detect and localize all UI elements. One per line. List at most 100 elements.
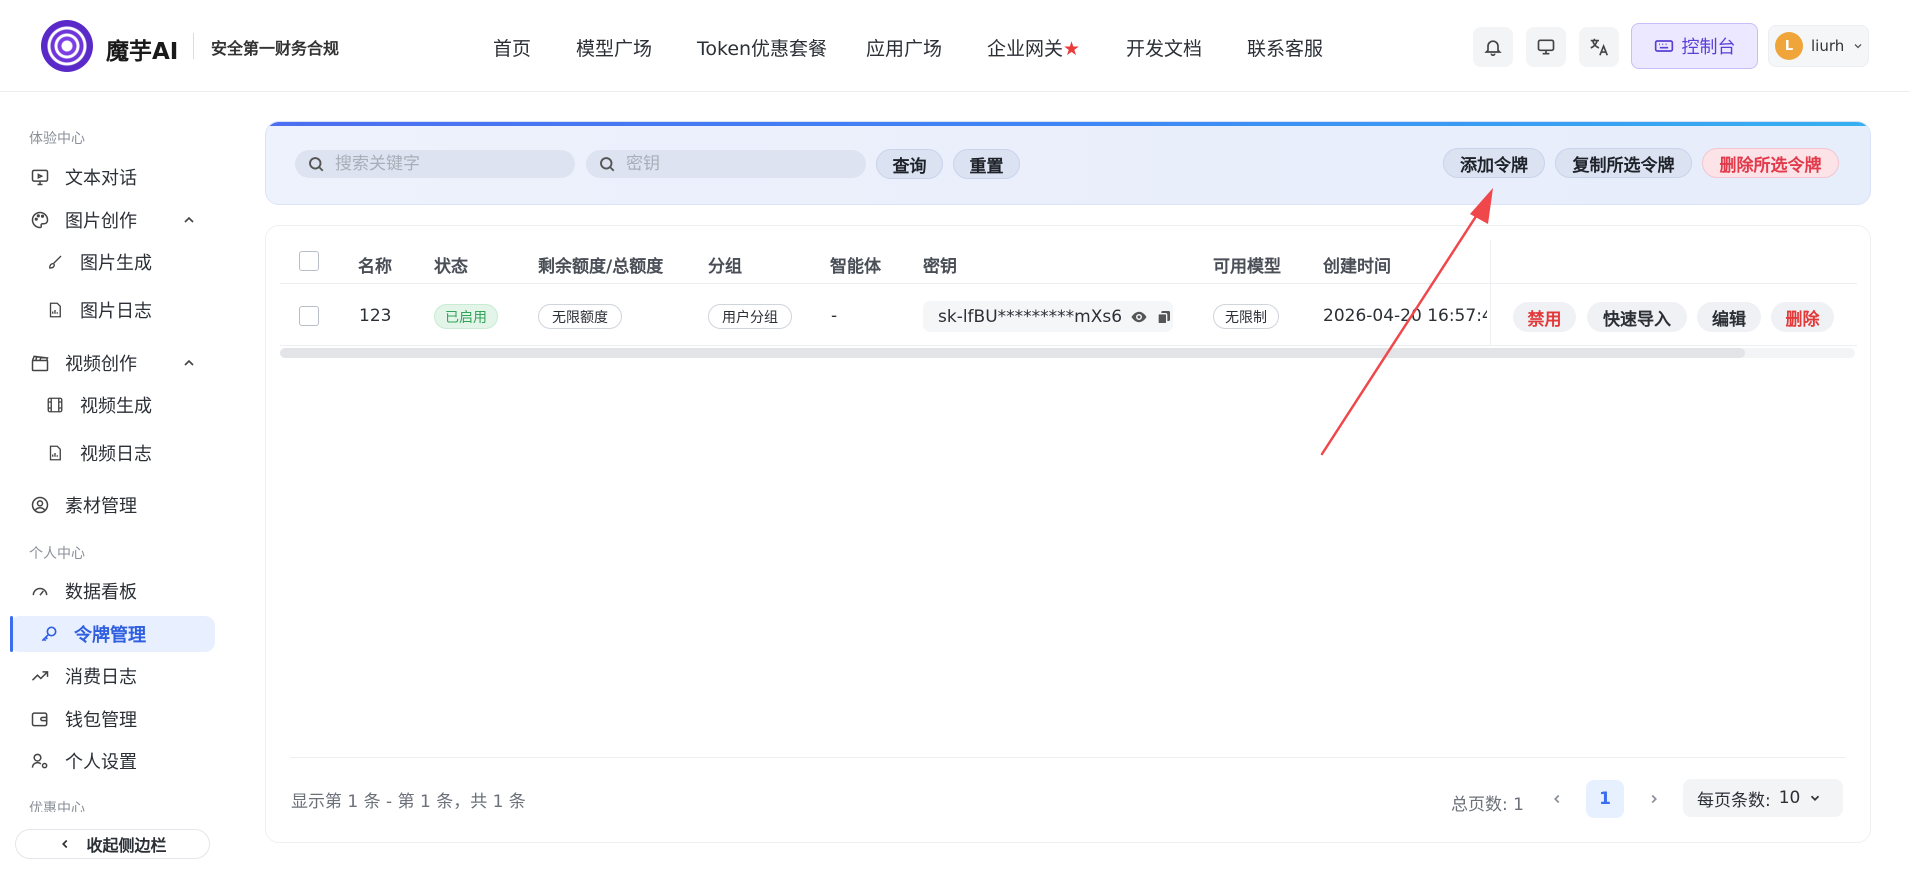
sidebar-item-video-generation[interactable]: 视频生成 xyxy=(44,388,152,422)
keyword-search[interactable] xyxy=(295,150,575,178)
chevron-up-icon[interactable] xyxy=(181,355,197,371)
col-quota: 剩余额度/总额度 xyxy=(538,257,664,277)
total-pages: 总页数: 1 xyxy=(1451,790,1524,815)
col-group: 分组 xyxy=(708,257,742,277)
sidebar-item-label: 文本对话 xyxy=(65,168,137,189)
log-file-icon xyxy=(44,442,66,464)
sidebar-item-label: 数据看板 xyxy=(65,582,137,603)
group-badge: 用户分组 xyxy=(708,304,792,329)
fixed-column-divider xyxy=(1490,240,1491,345)
sidebar-item-image-log[interactable]: 图片日志 xyxy=(44,293,152,327)
bell-icon xyxy=(1484,40,1502,57)
collapse-sidebar-button[interactable]: 收起侧边栏 xyxy=(15,829,210,859)
keyboard-icon xyxy=(1654,40,1673,52)
sidebar-item-label: 视频创作 xyxy=(65,354,137,375)
sidebar-item-image-creation[interactable]: 图片创作 xyxy=(29,203,137,237)
col-agent: 智能体 xyxy=(830,257,881,277)
nav-contact[interactable]: 联系客服 xyxy=(1247,34,1323,61)
page-1-button[interactable]: 1 xyxy=(1586,780,1624,818)
sidebar-item-assets[interactable]: 素材管理 xyxy=(29,488,137,522)
search-icon xyxy=(600,157,615,172)
logo-text[interactable]: 魔芋AI xyxy=(106,32,178,66)
chevron-right-icon xyxy=(1651,794,1657,804)
translate-icon xyxy=(1590,38,1609,56)
card-accent-line xyxy=(266,122,1870,126)
nav-app-plaza[interactable]: 应用广场 xyxy=(866,34,942,61)
collapse-label: 收起侧边栏 xyxy=(86,836,167,855)
agent-value: - xyxy=(831,306,838,326)
col-created: 创建时间 xyxy=(1323,257,1391,277)
language-button[interactable] xyxy=(1579,27,1619,67)
sidebar-item-video-log[interactable]: 视频日志 xyxy=(44,436,152,470)
top-header: 魔芋AI 安全第一财务合规 首页 模型广场 Token优惠套餐 应用广场 企业网… xyxy=(0,0,1910,92)
next-page-button[interactable] xyxy=(1644,788,1664,810)
key-search[interactable] xyxy=(586,150,866,178)
delete-selected-button[interactable]: 删除所选令牌 xyxy=(1702,148,1839,178)
total-pages-value: 1 xyxy=(1513,795,1524,815)
chevron-down-icon xyxy=(1811,795,1820,801)
nav-token-packages[interactable]: Token优惠套餐 xyxy=(697,34,827,61)
logo-divider xyxy=(193,33,194,59)
sidebar-item-tokens[interactable]: 令牌管理 xyxy=(38,617,146,651)
console-button[interactable]: 控制台 xyxy=(1631,23,1758,69)
search-icon xyxy=(309,157,324,172)
sidebar-item-image-generation[interactable]: 图片生成 xyxy=(44,245,152,279)
chevron-left-icon xyxy=(1554,794,1560,804)
sidebar-item-label: 视频日志 xyxy=(80,444,152,465)
log-file-icon xyxy=(44,299,66,321)
clapperboard-icon xyxy=(29,352,51,374)
logo-icon[interactable] xyxy=(41,20,93,72)
chevron-up-icon[interactable] xyxy=(181,212,197,228)
nav-docs[interactable]: 开发文档 xyxy=(1126,34,1202,61)
edit-button[interactable]: 编辑 xyxy=(1697,302,1761,332)
monitor-icon xyxy=(1537,39,1555,55)
col-models: 可用模型 xyxy=(1213,257,1281,277)
gauge-icon xyxy=(29,580,51,602)
nav-model-plaza[interactable]: 模型广场 xyxy=(576,34,652,61)
key-value: sk-lfBU*********mXs6 xyxy=(938,306,1123,327)
chat-screen-icon xyxy=(29,166,51,188)
section-personal: 个人中心 xyxy=(29,546,85,562)
wallet-icon xyxy=(29,708,51,730)
copy-selected-button[interactable]: 复制所选令牌 xyxy=(1555,148,1692,178)
user-menu[interactable]: L liurh xyxy=(1768,25,1869,67)
notification-button[interactable] xyxy=(1473,27,1513,67)
sidebar-item-video-creation[interactable]: 视频创作 xyxy=(29,346,137,380)
sidebar-item-consumption-log[interactable]: 消费日志 xyxy=(29,659,137,693)
section-discount: 优惠中心 xyxy=(29,801,85,812)
created-time: 2026-04-20 16:57:45 xyxy=(1323,306,1487,326)
eye-icon[interactable] xyxy=(1130,308,1148,326)
disable-button[interactable]: 禁用 xyxy=(1513,302,1576,332)
keyword-search-input[interactable] xyxy=(335,154,535,174)
sidebar-item-label: 图片创作 xyxy=(65,211,137,232)
query-button[interactable]: 查询 xyxy=(876,149,943,179)
sidebar-item-wallet[interactable]: 钱包管理 xyxy=(29,702,137,736)
row-divider xyxy=(280,345,1857,346)
horizontal-scrollbar-thumb[interactable] xyxy=(280,348,1745,358)
total-pages-label: 总页数: xyxy=(1451,795,1508,815)
page-size-label: 每页条数: xyxy=(1697,790,1771,811)
sidebar-item-label: 令牌管理 xyxy=(74,625,146,646)
select-all-checkbox[interactable] xyxy=(299,251,319,271)
quick-import-button[interactable]: 快速导入 xyxy=(1587,302,1687,332)
nav-enterprise-gateway[interactable]: 企业网关★ xyxy=(987,34,1080,61)
row-checkbox[interactable] xyxy=(299,306,319,326)
delete-button[interactable]: 删除 xyxy=(1771,302,1834,332)
page-size-value: 10 xyxy=(1778,788,1801,808)
sidebar-item-dashboard[interactable]: 数据看板 xyxy=(29,574,137,608)
chevron-down-icon xyxy=(1854,44,1862,49)
add-token-button[interactable]: 添加令牌 xyxy=(1443,148,1545,178)
page-size-select[interactable]: 每页条数: 10 xyxy=(1683,779,1843,817)
copy-icon[interactable] xyxy=(1156,309,1172,325)
nav-home[interactable]: 首页 xyxy=(493,34,531,61)
key-search-input[interactable] xyxy=(626,154,826,174)
sidebar-item-settings[interactable]: 个人设置 xyxy=(29,744,137,778)
prev-page-button[interactable] xyxy=(1547,788,1567,810)
sidebar-item-label: 素材管理 xyxy=(65,496,137,517)
display-button[interactable] xyxy=(1526,27,1566,67)
footer-divider xyxy=(290,757,1845,758)
reset-button[interactable]: 重置 xyxy=(953,149,1020,179)
pagination-summary: 显示第 1 条 - 第 1 条，共 1 条 xyxy=(291,792,526,812)
sidebar-item-text-chat[interactable]: 文本对话 xyxy=(29,160,137,194)
console-label: 控制台 xyxy=(1681,37,1736,58)
